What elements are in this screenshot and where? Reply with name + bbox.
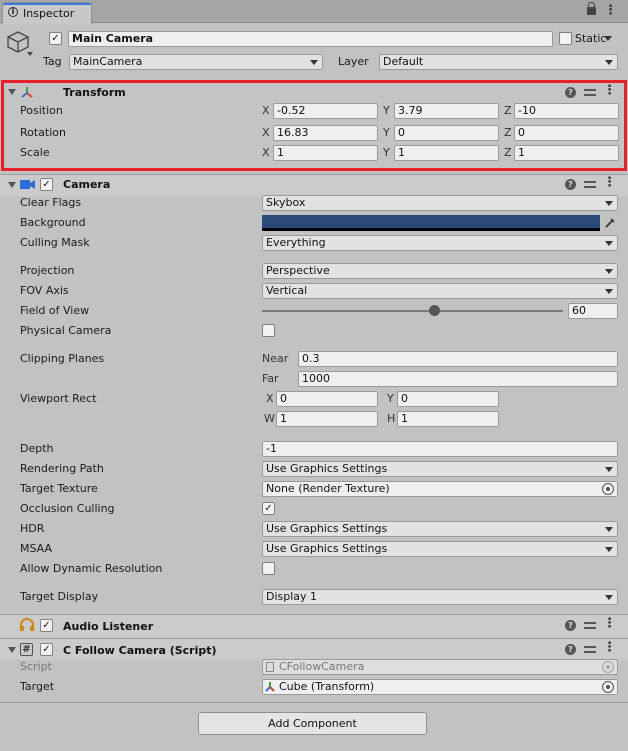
kebab-menu-icon[interactable]: ⋮ bbox=[604, 4, 617, 19]
fov-axis-dropdown[interactable]: Vertical bbox=[262, 283, 618, 299]
near-clip-field[interactable]: 0.3 bbox=[298, 351, 618, 367]
target-display-dropdown[interactable]: Display 1 bbox=[262, 589, 618, 605]
help-icon[interactable]: ? bbox=[565, 179, 576, 190]
physical-camera-label: Physical Camera bbox=[20, 324, 112, 337]
field-of-view-label: Field of View bbox=[20, 304, 90, 317]
eyedropper-icon[interactable] bbox=[602, 215, 618, 231]
script-file-icon bbox=[266, 662, 274, 672]
add-component-button[interactable]: Add Component bbox=[198, 712, 427, 735]
transform-axes-icon bbox=[264, 681, 276, 693]
layer-label: Layer bbox=[338, 55, 369, 68]
help-icon[interactable]: ? bbox=[565, 620, 576, 631]
follow-camera-fold-icon[interactable] bbox=[8, 647, 16, 653]
field-of-view-field[interactable]: 60 bbox=[568, 303, 618, 319]
msaa-label: MSAA bbox=[20, 542, 53, 555]
headphones-icon bbox=[19, 618, 35, 632]
lock-icon[interactable] bbox=[587, 2, 596, 15]
camera-fold-icon[interactable] bbox=[8, 182, 16, 188]
script-icon: # bbox=[20, 643, 33, 656]
component-menu-icon[interactable]: ⋮ bbox=[603, 641, 616, 656]
audio-listener-enabled-checkbox[interactable]: ✓ bbox=[40, 619, 53, 632]
target-texture-field[interactable]: None (Render Texture) bbox=[262, 481, 618, 497]
static-checkbox[interactable] bbox=[559, 32, 572, 45]
camera-title: Camera bbox=[63, 178, 111, 191]
occlusion-culling-label: Occlusion Culling bbox=[20, 502, 115, 515]
target-texture-value: None (Render Texture) bbox=[266, 482, 390, 495]
far-clip-field[interactable]: 1000 bbox=[298, 371, 618, 387]
near-label: Near bbox=[262, 352, 289, 365]
info-icon: i bbox=[8, 7, 18, 17]
depth-label: Depth bbox=[20, 442, 54, 455]
script-field: CFollowCamera bbox=[262, 659, 618, 675]
inspector-tab-bar: i Inspector ⋮ bbox=[0, 0, 628, 24]
viewport-h-axis-label: H bbox=[387, 412, 396, 425]
fov-axis-label: FOV Axis bbox=[20, 284, 69, 297]
physical-camera-checkbox[interactable] bbox=[262, 324, 275, 337]
camera-icon bbox=[20, 179, 36, 190]
msaa-dropdown[interactable]: Use Graphics Settings bbox=[262, 541, 618, 557]
help-icon[interactable]: ? bbox=[565, 644, 576, 655]
rendering-path-dropdown[interactable]: Use Graphics Settings bbox=[262, 461, 618, 477]
viewport-x-field[interactable]: 0 bbox=[276, 391, 378, 407]
projection-dropdown[interactable]: Perspective bbox=[262, 263, 618, 279]
gameobject-icon[interactable] bbox=[6, 29, 36, 59]
component-list-end-divider bbox=[0, 702, 628, 703]
object-picker-icon[interactable] bbox=[602, 681, 614, 693]
viewport-x-axis-label: X bbox=[266, 392, 274, 405]
gameobject-name-field[interactable]: Main Camera bbox=[68, 31, 553, 47]
clear-flags-dropdown[interactable]: Skybox bbox=[262, 195, 618, 211]
component-menu-icon[interactable]: ⋮ bbox=[603, 176, 616, 191]
presets-icon[interactable] bbox=[584, 620, 596, 631]
layer-dropdown[interactable]: Default bbox=[379, 54, 618, 70]
audio-listener-title: Audio Listener bbox=[63, 620, 154, 633]
viewport-rect-label: Viewport Rect bbox=[20, 392, 97, 405]
far-label: Far bbox=[262, 372, 279, 385]
occlusion-culling-checkbox[interactable]: ✓ bbox=[262, 502, 275, 515]
tab-inspector-label: Inspector bbox=[23, 7, 75, 20]
follow-camera-title: C Follow Camera (Script) bbox=[63, 644, 217, 657]
depth-field[interactable]: -1 bbox=[262, 441, 618, 457]
target-texture-label: Target Texture bbox=[20, 482, 98, 495]
target-display-label: Target Display bbox=[20, 590, 99, 603]
culling-mask-dropdown[interactable]: Everything bbox=[262, 235, 618, 251]
viewport-w-axis-label: W bbox=[264, 412, 275, 425]
allow-dynamic-resolution-checkbox[interactable] bbox=[262, 562, 275, 575]
object-picker-icon bbox=[602, 661, 614, 673]
target-label: Target bbox=[20, 680, 55, 693]
tag-dropdown[interactable]: MainCamera bbox=[69, 54, 323, 70]
clear-flags-label: Clear Flags bbox=[20, 196, 82, 209]
viewport-y-axis-label: Y bbox=[387, 392, 394, 405]
viewport-h-field[interactable]: 1 bbox=[397, 411, 499, 427]
hdr-dropdown[interactable]: Use Graphics Settings bbox=[262, 521, 618, 537]
hdr-label: HDR bbox=[20, 522, 45, 535]
rendering-path-label: Rendering Path bbox=[20, 462, 104, 475]
tag-label: Tag bbox=[43, 55, 62, 68]
target-value: Cube (Transform) bbox=[279, 680, 375, 693]
static-dropdown-arrow-icon[interactable] bbox=[604, 36, 612, 41]
viewport-w-field[interactable]: 1 bbox=[276, 411, 378, 427]
field-of-view-slider-thumb[interactable] bbox=[428, 305, 440, 316]
object-picker-icon[interactable] bbox=[602, 483, 614, 495]
script-label: Script bbox=[20, 660, 52, 673]
viewport-y-field[interactable]: 0 bbox=[397, 391, 499, 407]
field-of-view-slider-track[interactable] bbox=[262, 310, 563, 312]
script-value: CFollowCamera bbox=[279, 660, 365, 673]
allow-dynamic-resolution-label: Allow Dynamic Resolution bbox=[20, 562, 163, 575]
clipping-planes-label: Clipping Planes bbox=[20, 352, 105, 365]
background-label: Background bbox=[20, 216, 86, 229]
active-checkbox[interactable]: ✓ bbox=[49, 32, 62, 45]
presets-icon[interactable] bbox=[584, 644, 596, 655]
follow-camera-enabled-checkbox[interactable]: ✓ bbox=[40, 643, 53, 656]
tab-inspector[interactable]: i Inspector bbox=[2, 2, 92, 24]
presets-icon[interactable] bbox=[584, 179, 596, 190]
camera-enabled-checkbox[interactable]: ✓ bbox=[40, 178, 53, 191]
component-menu-icon[interactable]: ⋮ bbox=[603, 617, 616, 632]
target-field[interactable]: Cube (Transform) bbox=[262, 679, 618, 695]
projection-label: Projection bbox=[20, 264, 75, 277]
transform-highlight-box bbox=[1, 80, 627, 171]
static-label: Static bbox=[575, 32, 607, 45]
culling-mask-label: Culling Mask bbox=[20, 236, 90, 249]
background-color-field[interactable] bbox=[262, 215, 600, 231]
